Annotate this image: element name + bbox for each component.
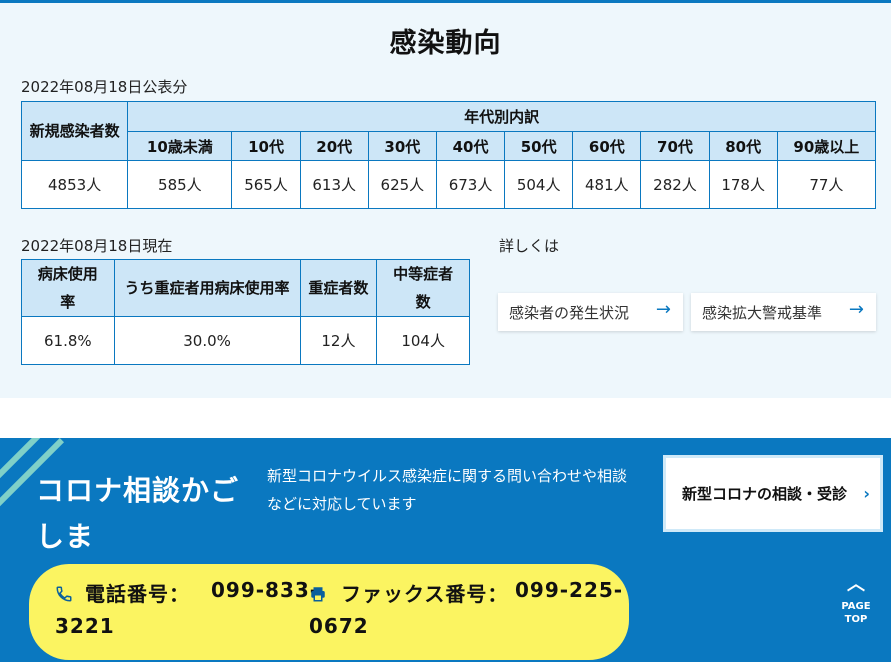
age-value-cell: 282人 <box>640 160 710 209</box>
alert-criteria-link[interactable]: 感染拡大警戒基準 → <box>691 293 876 331</box>
age-value-cell: 613人 <box>299 160 369 209</box>
age-value-cell: 481人 <box>572 160 642 209</box>
page-top-label1: PAGE <box>841 601 871 612</box>
new-cases-header: 新規感染者数 <box>20 101 129 161</box>
beds-header-cell: 中等症者数 <box>376 259 470 317</box>
page-top-button[interactable]: ︿ PAGE TOP <box>832 576 880 626</box>
beds-header-label: うち重症者用病床使用率 <box>124 279 290 297</box>
age-value-cell: 565人 <box>231 160 301 209</box>
age-header-cell: 10歳未満 <box>127 131 233 161</box>
beds-header-label: 中等症者数 <box>393 265 454 311</box>
age-breakdown-header: 年代別内訳 <box>127 101 876 132</box>
age-header-cell: 80代 <box>708 131 778 161</box>
age-header-cell: 20代 <box>299 131 369 161</box>
beds-date: 2022年08月18日現在 <box>21 237 173 255</box>
beds-header-label: 病床使用率 <box>37 265 98 311</box>
age-header-cell: 40代 <box>435 131 506 161</box>
consult-button-label: 新型コロナの相談・受診 <box>682 485 848 503</box>
age-value-cell: 585人 <box>127 160 233 209</box>
phone-icon <box>55 584 77 608</box>
chevron-up-icon: ︿ <box>847 574 865 595</box>
age-header-cell: 10代 <box>231 131 301 161</box>
infections-date: 2022年08月18日公表分 <box>21 78 188 96</box>
total-cell: 4853人 <box>20 160 129 209</box>
fax-number-part1: 099-225- <box>515 578 624 602</box>
consult-description: 新型コロナウイルス感染症に関する問い合わせや相談などに対応しています <box>267 467 628 513</box>
outbreak-status-link[interactable]: 感染者の発生状況 → <box>498 293 683 331</box>
phone-number-part2: 3221 <box>55 614 115 638</box>
printer-icon <box>309 584 333 608</box>
consult-section: コロナ相談かごしま 新型コロナウイルス感染症に関する問い合わせや相談などに対応し… <box>0 438 891 662</box>
fax-number-part2: 0672 <box>309 614 369 638</box>
new-cases-header-label: 新規感染者数 <box>29 122 120 140</box>
link-label: 感染拡大警戒基準 <box>702 303 823 322</box>
phone-label: 電話番号： <box>84 582 190 606</box>
page-top-label2: TOP <box>844 614 868 625</box>
beds-value-cell: 104人 <box>376 316 470 365</box>
link-label: 感染者の発生状況 <box>509 303 630 322</box>
beds-header-cell: うち重症者用病床使用率 <box>113 259 301 317</box>
beds-header-cell: 病床使用率 <box>21 259 115 317</box>
section-title: 感染動向 <box>389 28 502 59</box>
consult-button[interactable]: 新型コロナの相談・受診 › <box>663 455 883 532</box>
arrow-right-icon: → <box>655 299 671 320</box>
beds-value-cell: 12人 <box>299 316 378 365</box>
consult-title: コロナ相談かごしま <box>36 474 240 553</box>
infection-trend-section: 感染動向 2022年08月18日公表分 新規感染者数 年代別内訳 10歳未満 10… <box>0 0 891 398</box>
beds-header-row: 病床使用率 うち重症者用病床使用率 重症者数 中等症者数 <box>21 259 470 317</box>
age-header-cell: 60代 <box>572 131 642 161</box>
age-value-cell: 77人 <box>776 160 877 209</box>
age-header-cell: 50代 <box>504 131 574 161</box>
age-value-cell: 625人 <box>367 160 437 209</box>
age-header-cell: 30代 <box>367 131 437 161</box>
fax-line: ファックス番号： <box>309 578 508 608</box>
age-header-cell: 70代 <box>640 131 710 161</box>
infections-table: 新規感染者数 年代別内訳 10歳未満 10代 20代 30代 40代 50代 60代 70代 8… <box>20 101 877 209</box>
arrow-right-icon: → <box>848 299 864 320</box>
table-row: 61.8% 30.0% 12人 104人 <box>21 316 470 365</box>
beds-value-cell: 30.0% <box>113 316 301 365</box>
phone-line: 電話番号： <box>55 578 190 608</box>
beds-header-label: 重症者数 <box>308 279 369 297</box>
contact-box: 電話番号： 099-833- 3221 ファックス番号： 099-225- 06… <box>29 564 629 660</box>
beds-value-cell: 61.8% <box>21 316 115 365</box>
arrow-right-icon: › <box>863 484 870 503</box>
beds-table: 病床使用率 うち重症者用病床使用率 重症者数 中等症者数 61.8% 30.0% 12人 1… <box>21 259 470 365</box>
table-row: 4853人 585人 565人 613人 625人 673人 504人 481人 282人 17… <box>20 160 877 209</box>
age-value-cell: 504人 <box>504 160 574 209</box>
age-value-cell: 178人 <box>708 160 778 209</box>
age-header-row: 10歳未満 10代 20代 30代 40代 50代 60代 70代 80代 90歳以上 <box>22 131 877 161</box>
details-label: 詳しくは <box>499 237 560 255</box>
age-value-cell: 673人 <box>435 160 506 209</box>
phone-number-part1: 099-833- <box>211 578 320 602</box>
fax-label: ファックス番号： <box>340 582 509 606</box>
age-header-cell: 90歳以上 <box>776 131 877 161</box>
beds-header-cell: 重症者数 <box>299 259 378 317</box>
